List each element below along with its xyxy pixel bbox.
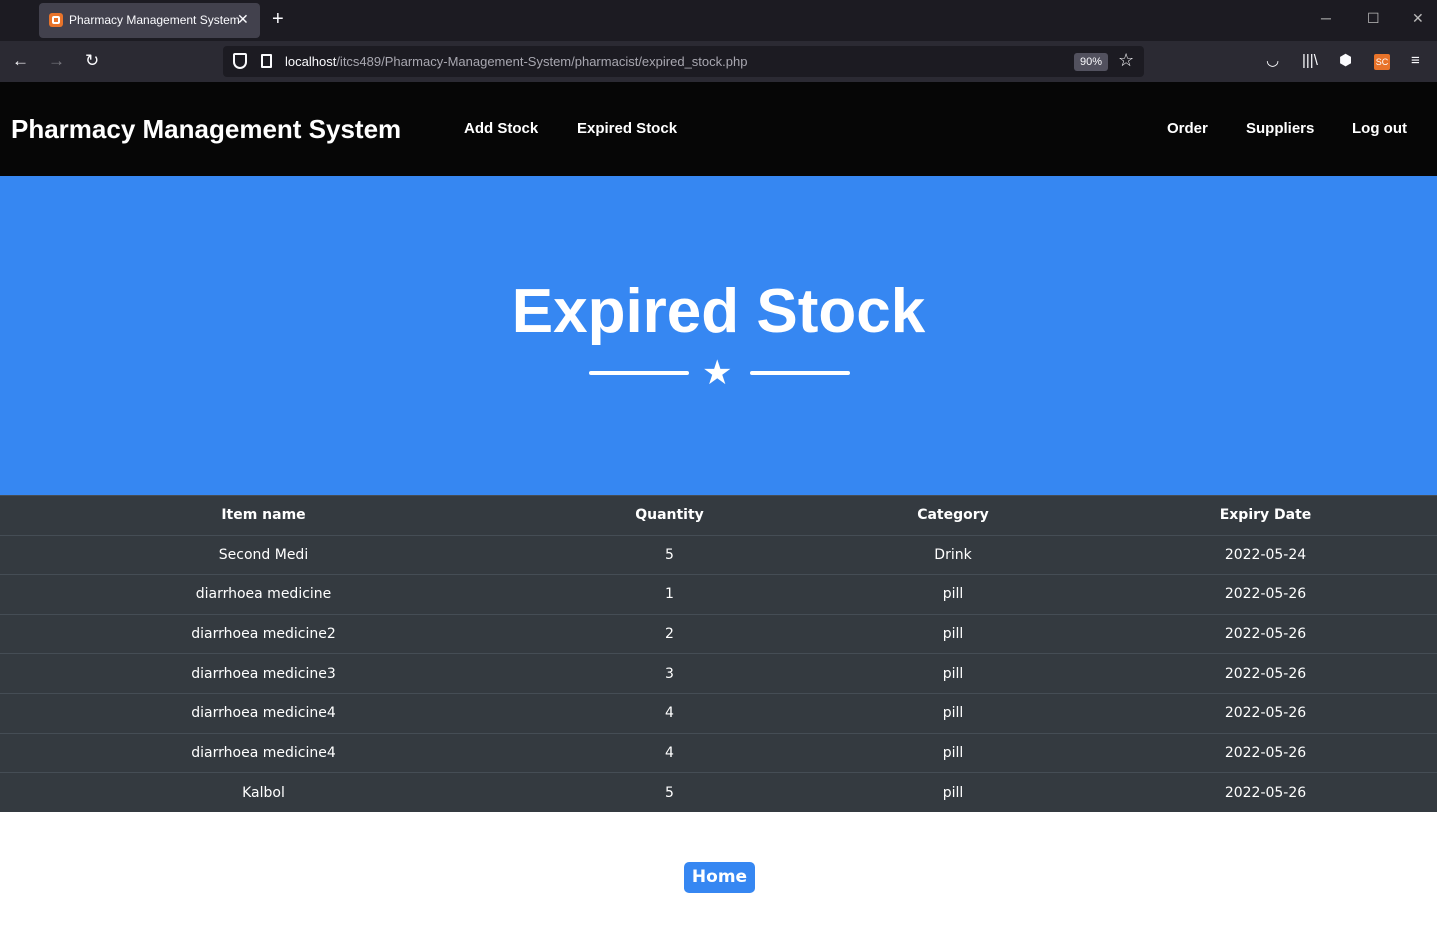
- cell-expiry-date: 2022-05-26: [1094, 732, 1437, 773]
- forward-arrow-icon[interactable]: →: [48, 51, 65, 71]
- cell-quantity: 1: [527, 574, 812, 615]
- cell-category: pill: [812, 772, 1094, 813]
- table-row: diarrhoea medicine 1 pill 2022-05-26: [0, 574, 1437, 615]
- table-header-row: Item name Quantity Category Expiry Date: [0, 495, 1437, 536]
- menu-hamburger-icon[interactable]: ≡: [1411, 52, 1420, 70]
- table-row: diarrhoea medicine2 2 pill 2022-05-26: [0, 613, 1437, 654]
- minimize-window-icon[interactable]: ─: [1321, 10, 1331, 26]
- divider-line-left: [589, 371, 689, 375]
- page-title: Expired Stock: [511, 277, 926, 346]
- tab-close-icon[interactable]: ✕: [237, 11, 249, 28]
- cell-quantity: 3: [527, 653, 812, 694]
- browser-tab-bar: Pharmacy Management System ✕ + ─ ☐ ✕: [0, 0, 1437, 41]
- shield-extension-icon[interactable]: ⬢: [1339, 52, 1352, 70]
- divider-line-right: [750, 371, 850, 375]
- cell-expiry-date: 2022-05-26: [1094, 653, 1437, 694]
- nav-expired-stock[interactable]: Expired Stock: [577, 120, 677, 137]
- nav-log-out[interactable]: Log out: [1352, 120, 1407, 137]
- browser-nav-bar: ← → ↻ localhost/itcs489/Pharmacy-Managem…: [0, 41, 1437, 82]
- nav-order[interactable]: Order: [1167, 120, 1208, 137]
- cell-expiry-date: 2022-05-26: [1094, 772, 1437, 813]
- sc-extension-icon[interactable]: SC: [1374, 54, 1390, 70]
- bookmark-star-icon[interactable]: ☆: [1118, 50, 1134, 71]
- zoom-level-badge[interactable]: 90%: [1074, 53, 1109, 71]
- hero-banner: Expired Stock ★: [0, 176, 1437, 495]
- cell-expiry-date: 2022-05-24: [1094, 534, 1437, 575]
- cell-category: pill: [812, 732, 1094, 773]
- cell-category: Drink: [812, 534, 1094, 575]
- table-row: Second Medi 5 Drink 2022-05-24: [0, 534, 1437, 575]
- cell-quantity: 2: [527, 613, 812, 654]
- column-header-item-name: Item name: [0, 495, 527, 536]
- cell-category: pill: [812, 613, 1094, 654]
- table-row: diarrhoea medicine3 3 pill 2022-05-26: [0, 653, 1437, 694]
- url-host: localhost: [285, 54, 337, 69]
- cell-category: pill: [812, 574, 1094, 615]
- address-bar[interactable]: localhost/itcs489/Pharmacy-Management-Sy…: [223, 46, 1144, 77]
- nav-add-stock[interactable]: Add Stock: [464, 120, 538, 137]
- new-tab-button[interactable]: +: [272, 8, 284, 30]
- cell-item-name: diarrhoea medicine3: [0, 653, 527, 694]
- column-header-quantity: Quantity: [527, 495, 812, 536]
- back-arrow-icon[interactable]: ←: [12, 51, 29, 71]
- table-row: Kalbol 5 pill 2022-05-26: [0, 772, 1437, 813]
- cell-item-name: diarrhoea medicine2: [0, 613, 527, 654]
- page-info-icon[interactable]: [261, 54, 272, 68]
- cell-expiry-date: 2022-05-26: [1094, 613, 1437, 654]
- cell-expiry-date: 2022-05-26: [1094, 574, 1437, 615]
- cell-item-name: diarrhoea medicine4: [0, 692, 527, 734]
- url-text[interactable]: localhost/itcs489/Pharmacy-Management-Sy…: [285, 54, 747, 69]
- cell-item-name: Second Medi: [0, 534, 527, 575]
- tracking-shield-icon[interactable]: [233, 53, 247, 69]
- star-icon: ★: [702, 354, 733, 392]
- column-header-expiry-date: Expiry Date: [1094, 495, 1437, 536]
- cell-category: pill: [812, 653, 1094, 694]
- cell-expiry-date: 2022-05-26: [1094, 692, 1437, 734]
- cell-quantity: 5: [527, 534, 812, 575]
- tab-title: Pharmacy Management System: [69, 13, 240, 27]
- nav-suppliers[interactable]: Suppliers: [1246, 120, 1314, 137]
- xampp-favicon-icon: [49, 13, 63, 27]
- maximize-window-icon[interactable]: ☐: [1367, 10, 1380, 27]
- site-brand[interactable]: Pharmacy Management System: [11, 114, 401, 145]
- cell-item-name: diarrhoea medicine: [0, 574, 527, 615]
- close-window-icon[interactable]: ✕: [1412, 10, 1424, 27]
- expired-stock-table: Item name Quantity Category Expiry Date …: [0, 495, 1437, 813]
- table-row: diarrhoea medicine4 4 pill 2022-05-26: [0, 692, 1437, 734]
- table-row: diarrhoea medicine4 4 pill 2022-05-26: [0, 732, 1437, 773]
- cell-item-name: diarrhoea medicine4: [0, 732, 527, 773]
- reload-icon[interactable]: ↻: [85, 51, 99, 71]
- browser-tab[interactable]: Pharmacy Management System ✕: [39, 3, 260, 38]
- cell-quantity: 4: [527, 692, 812, 734]
- cell-item-name: Kalbol: [0, 772, 527, 813]
- url-path: /itcs489/Pharmacy-Management-System/phar…: [336, 54, 748, 69]
- cell-quantity: 5: [527, 772, 812, 813]
- cell-quantity: 4: [527, 732, 812, 773]
- column-header-category: Category: [812, 495, 1094, 536]
- pocket-icon[interactable]: ◡: [1266, 52, 1279, 70]
- home-button[interactable]: Home: [684, 862, 755, 893]
- cell-category: pill: [812, 692, 1094, 734]
- site-header: Pharmacy Management System Add Stock Exp…: [0, 82, 1437, 176]
- library-icon[interactable]: |||\: [1302, 52, 1318, 70]
